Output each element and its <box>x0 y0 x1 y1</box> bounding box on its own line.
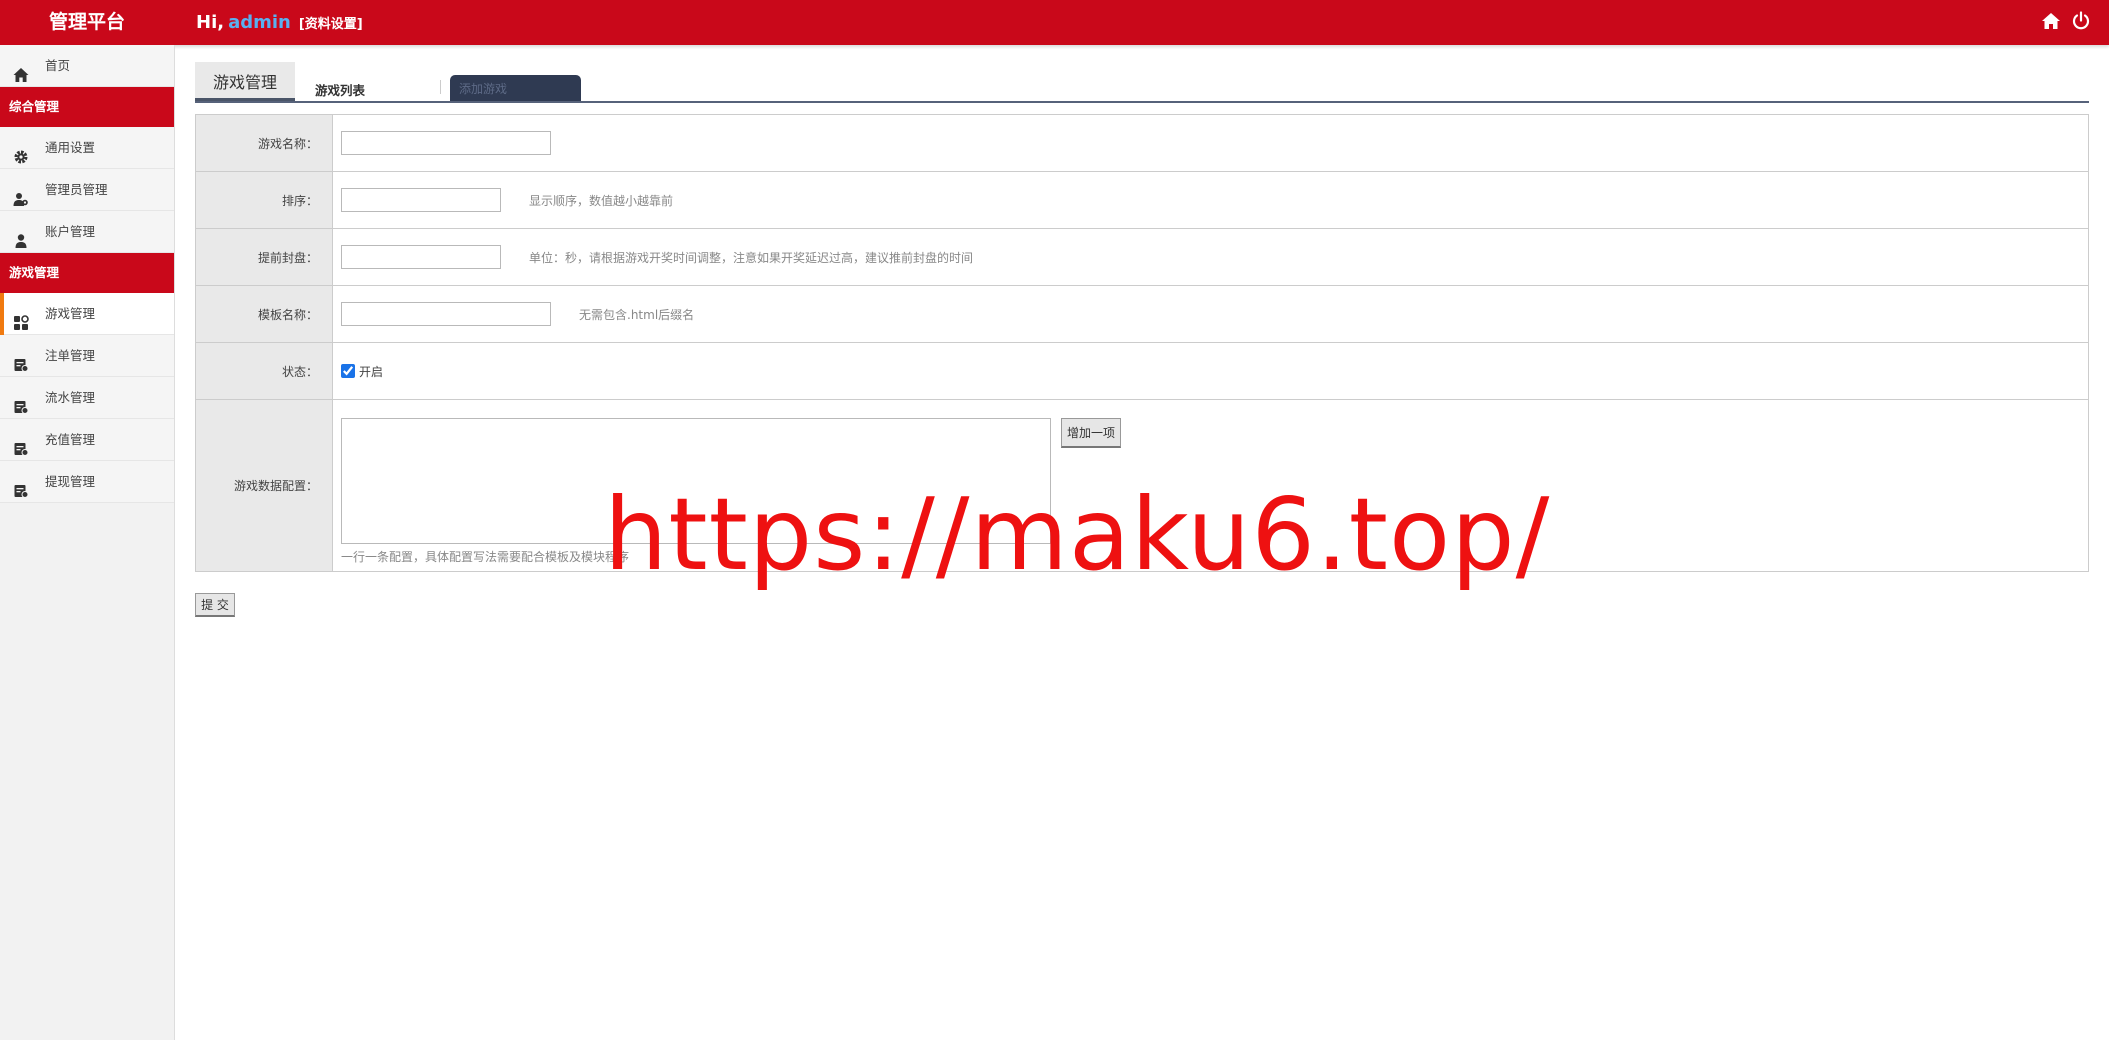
home-icon[interactable] <box>2041 11 2061 31</box>
close-early-hint: 单位：秒，请根据游戏开奖时间调整，注意如果开奖延迟过高，建议推前封盘的时间 <box>529 250 974 265</box>
submit-button[interactable]: 提 交 <box>195 593 235 617</box>
sidebar-item-home[interactable]: 首页 <box>0 45 174 87</box>
sidebar-item-label: 游戏管理 <box>45 306 96 321</box>
sidebar: 首页 综合管理 通用设置 管理员管理 账户管理 游戏管理 游戏管理 注单管理 流… <box>0 45 175 1040</box>
profile-settings-link[interactable]: [资料设置] <box>299 17 363 32</box>
template-name-label: 模板名称： <box>196 286 333 342</box>
sidebar-item-general-settings[interactable]: 通用设置 <box>0 127 174 169</box>
sidebar-item-label: 注单管理 <box>45 348 96 363</box>
game-form: 游戏名称： 排序： 显示顺序，数值越小越靠前 提前封盘： 单位：秒，请根据游戏开… <box>195 114 2089 572</box>
sidebar-item-game-management[interactable]: 游戏管理 <box>0 293 174 335</box>
form-row-close-early: 提前封盘： 单位：秒，请根据游戏开奖时间调整，注意如果开奖延迟过高，建议推前封盘… <box>196 229 2088 286</box>
tab-game-list[interactable]: 游戏列表 <box>315 80 365 99</box>
game-data-hint: 一行一条配置，具体配置写法需要配合模板及模块程序 <box>341 550 630 564</box>
tab-game-management[interactable]: 游戏管理 <box>195 62 295 101</box>
game-name-label: 游戏名称： <box>196 115 333 171</box>
status-label: 状态： <box>196 343 333 399</box>
tab-add-game[interactable]: 添加游戏 <box>450 75 581 101</box>
close-early-input[interactable] <box>341 245 501 269</box>
sidebar-item-label: 流水管理 <box>45 390 96 405</box>
tab-bar: 游戏管理 游戏列表 添加游戏 <box>195 62 2089 103</box>
user-icon <box>13 224 29 248</box>
power-icon[interactable] <box>2071 11 2091 31</box>
user-group-icon <box>13 182 29 206</box>
game-name-input[interactable] <box>341 131 551 155</box>
header-icons <box>2041 11 2091 31</box>
form-row-name: 游戏名称： <box>196 115 2088 172</box>
game-data-label: 游戏数据配置： <box>196 400 333 571</box>
sidebar-item-label: 通用设置 <box>45 140 96 155</box>
gear-icon <box>13 140 29 164</box>
ledger-icon <box>13 432 29 456</box>
sidebar-item-deposit-management[interactable]: 充值管理 <box>0 419 174 461</box>
sidebar-section-general: 综合管理 <box>0 87 174 127</box>
form-row-status: 状态： 开启 <box>196 343 2088 400</box>
ledger-icon <box>13 474 29 498</box>
sidebar-item-label: 账户管理 <box>45 224 96 239</box>
tab-separator <box>440 80 441 94</box>
greeting: Hi, admin [资料设置] <box>196 0 363 45</box>
home-icon <box>13 58 29 82</box>
form-row-template: 模板名称： 无需包含.html后缀名 <box>196 286 2088 343</box>
status-option-label[interactable]: 开启 <box>359 363 383 380</box>
greeting-hi: Hi, <box>196 12 225 33</box>
add-item-button[interactable]: 增加一项 <box>1061 418 1121 448</box>
top-header: 管理平台 Hi, admin [资料设置] <box>0 0 2109 45</box>
sort-hint: 显示顺序，数值越小越靠前 <box>529 193 674 208</box>
sidebar-item-label: 充值管理 <box>45 432 96 447</box>
template-name-input[interactable] <box>341 302 551 326</box>
username[interactable]: admin <box>228 12 291 33</box>
form-row-sort: 排序： 显示顺序，数值越小越靠前 <box>196 172 2088 229</box>
sidebar-item-label: 提现管理 <box>45 474 96 489</box>
sidebar-item-flow-management[interactable]: 流水管理 <box>0 377 174 419</box>
ledger-icon <box>13 390 29 414</box>
sidebar-item-label: 管理员管理 <box>45 182 108 197</box>
sidebar-item-withdraw-management[interactable]: 提现管理 <box>0 461 174 503</box>
brand-title: 管理平台 <box>48 11 125 33</box>
form-row-game-data: 游戏数据配置： 增加一项 一行一条配置，具体配置写法需要配合模板及模块程序 <box>196 400 2088 571</box>
sort-label: 排序： <box>196 172 333 228</box>
sort-input[interactable] <box>341 188 501 212</box>
close-early-label: 提前封盘： <box>196 229 333 285</box>
apps-icon <box>13 306 29 330</box>
game-data-textarea[interactable] <box>341 418 1051 544</box>
sidebar-item-account-management[interactable]: 账户管理 <box>0 211 174 253</box>
sidebar-item-bet-management[interactable]: 注单管理 <box>0 335 174 377</box>
sidebar-item-admin-management[interactable]: 管理员管理 <box>0 169 174 211</box>
sidebar-item-label: 首页 <box>45 58 71 73</box>
status-checkbox[interactable] <box>341 364 355 378</box>
template-name-hint: 无需包含.html后缀名 <box>579 307 695 322</box>
ledger-icon <box>13 348 29 372</box>
sidebar-section-games: 游戏管理 <box>0 253 174 293</box>
